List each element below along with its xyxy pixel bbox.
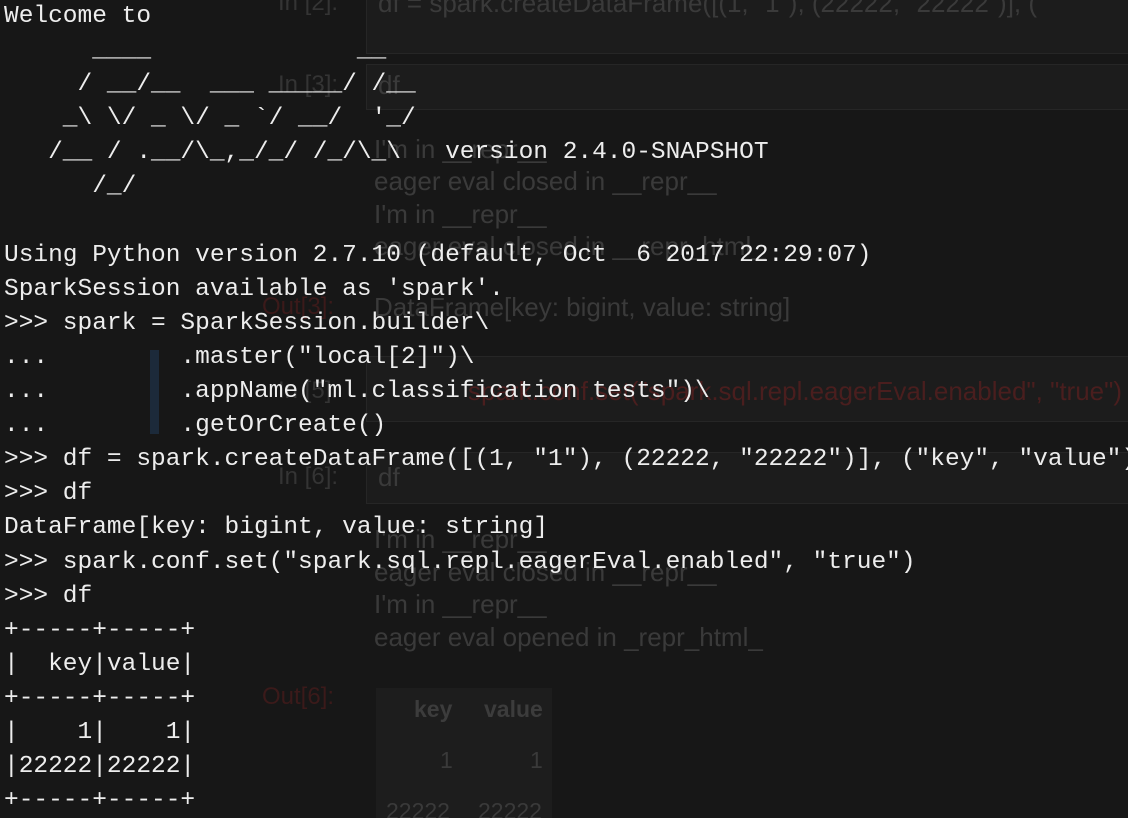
terminal-output[interactable]: Welcome to ____ __ / __/__ ___ _____/ /_… — [4, 0, 1128, 818]
terminal-line: >>> spark = SparkSession.builder\ — [4, 309, 490, 337]
terminal-line: _\ \/ _ \/ _ `/ __/ '_/ — [4, 105, 416, 133]
terminal-line: ... .getOrCreate() — [4, 412, 387, 440]
terminal-line: +-----+-----+ — [4, 787, 196, 815]
terminal-line: ... .appName("ml.classification tests")\ — [4, 378, 710, 406]
terminal-line: >>> spark.conf.set("spark.sql.repl.eager… — [4, 548, 916, 576]
terminal-line: >>> df = spark.createDataFrame([(1, "1")… — [4, 446, 1128, 474]
terminal-line: >>> df — [4, 480, 93, 508]
terminal-line: | 1| 1| — [4, 718, 196, 746]
terminal-line: /__ / .__/\_,_/_/ /_/\_\ version 2.4.0-S… — [4, 139, 769, 167]
terminal-line: / __/__ ___ _____/ /__ — [4, 71, 416, 99]
terminal-line: +-----+-----+ — [4, 616, 196, 644]
terminal-line: | key|value| — [4, 650, 196, 678]
terminal-line: >>> df — [4, 582, 93, 610]
terminal-line: +-----+-----+ — [4, 684, 196, 712]
terminal-line: Welcome to — [4, 3, 152, 30]
terminal-window: In [2]: df = spark.createDataFrame([(1, … — [0, 0, 1128, 818]
terminal-line: |22222|22222| — [4, 753, 196, 781]
terminal-line: ____ __ — [4, 37, 387, 65]
terminal-line: DataFrame[key: bigint, value: string] — [4, 514, 548, 542]
terminal-line: /_/ — [4, 173, 137, 201]
terminal-line: Using Python version 2.7.10 (default, Oc… — [4, 241, 872, 269]
terminal-line: ... .master("local[2]")\ — [4, 343, 475, 371]
terminal-line: SparkSession available as 'spark'. — [4, 275, 504, 303]
